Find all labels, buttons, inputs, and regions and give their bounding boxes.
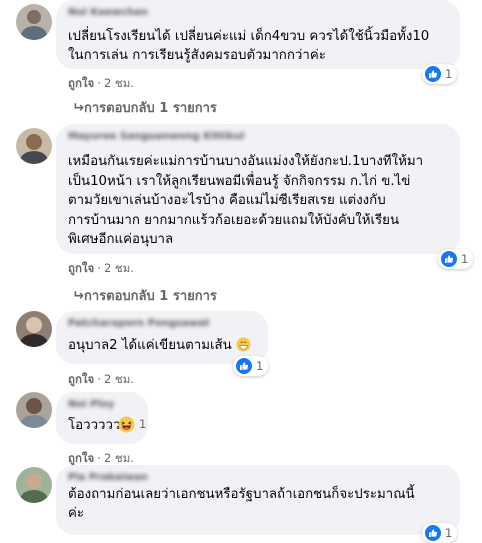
reaction-count: 1: [445, 67, 453, 81]
comment-author[interactable]: Mayuree Sanguanwong Kittikul: [68, 131, 244, 142]
timestamp[interactable]: 2 ชม.: [104, 451, 134, 465]
reaction-count: 1: [461, 252, 469, 266]
view-replies-link[interactable]: ↵การตอบกลับ 1 รายการ: [68, 285, 217, 306]
timestamp[interactable]: 2 ชม.: [104, 76, 134, 90]
reaction-count: 1: [256, 359, 264, 373]
reply-arrow-icon: ↵: [72, 100, 84, 116]
view-replies-link[interactable]: ↵การตอบกลับ 1 รายการ: [68, 97, 217, 118]
haha-icon: [118, 415, 135, 433]
comment-text: โอววววว: [68, 418, 121, 433]
comment-text: ต้องถามก่อนเลยว่าเอกชนหรือรัฐบาลถ้าเอกชน…: [68, 487, 415, 521]
comment-text: เปลี่ยนโรงเรียนได้ เปลี่ยนค่ะแม่ เด็ก4ขว…: [68, 29, 430, 63]
comment-text: เหมือนกันเรยค่ะแม่การบ้านบางอันแม่งงให้ย…: [68, 154, 424, 247]
reaction-summary[interactable]: 1: [233, 356, 269, 376]
avatar[interactable]: [16, 392, 52, 428]
like-icon: [425, 66, 441, 82]
like-icon: [441, 251, 457, 267]
grin-emoji: [236, 337, 251, 358]
comment-meta: ถูกใจ · 2 ชม.: [68, 372, 134, 386]
avatar[interactable]: [16, 467, 52, 503]
comment-author[interactable]: Nui Kaewchan: [68, 7, 148, 18]
reaction-summary[interactable]: 1: [422, 523, 458, 543]
reaction-summary[interactable]: 1: [438, 249, 474, 269]
reaction-summary[interactable]: 1: [115, 414, 151, 434]
like-icon: [425, 525, 441, 541]
timestamp[interactable]: 2 ชม.: [104, 261, 134, 275]
comment-author[interactable]: Pla Prakaiwan: [68, 472, 148, 483]
comment-bubble: Patcharaporn Pongsawat อนุบาล2 ได้แค่เขี…: [56, 311, 268, 364]
reaction-count: 1: [139, 417, 147, 431]
like-icon: [236, 358, 252, 374]
timestamp[interactable]: 2 ชม.: [104, 372, 134, 386]
like-button[interactable]: ถูกใจ: [68, 372, 94, 386]
reaction-summary[interactable]: 1: [422, 64, 458, 84]
like-button[interactable]: ถูกใจ: [68, 76, 94, 90]
comment-author[interactable]: Patcharaporn Pongsawat: [68, 318, 210, 329]
comment-author[interactable]: Noi Ploy: [68, 399, 114, 410]
comment-meta: ถูกใจ · 2 ชม.: [68, 261, 134, 275]
avatar[interactable]: [16, 4, 52, 40]
avatar[interactable]: [16, 311, 52, 347]
reaction-count: 1: [445, 526, 453, 540]
reply-arrow-icon: ↵: [72, 288, 84, 304]
like-button[interactable]: ถูกใจ: [68, 451, 94, 465]
like-button[interactable]: ถูกใจ: [68, 261, 94, 275]
comment-text: อนุบาล2 ได้แค่เขียนตามเส้น: [68, 336, 251, 358]
comment-bubble: Pla Prakaiwan ต้องถามก่อนเลยว่าเอกชนหรือ…: [56, 465, 460, 535]
comment-meta: ถูกใจ · 2 ชม.: [68, 76, 134, 90]
comment-bubble: Nui Kaewchan เปลี่ยนโรงเรียนได้ เปลี่ยนค…: [56, 0, 460, 69]
comment-bubble: Mayuree Sanguanwong Kittikul เหมือนกันเร…: [56, 124, 460, 254]
avatar[interactable]: [16, 128, 52, 164]
